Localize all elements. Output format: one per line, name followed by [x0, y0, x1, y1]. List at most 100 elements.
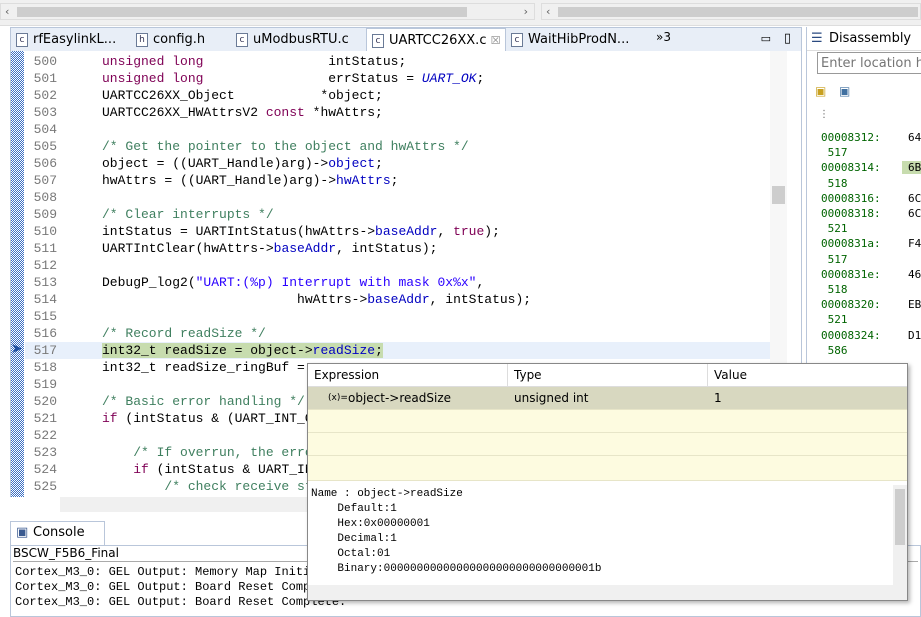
opcode: 6C	[908, 207, 921, 220]
tab-label: rfEasylinkL...	[33, 32, 117, 47]
tab-config-h[interactable]: h config.h	[131, 28, 231, 52]
disassembly-row[interactable]: 00008318: 6C	[821, 207, 921, 220]
disassembly-row[interactable]: 521	[821, 222, 848, 235]
column-expression[interactable]: Expression	[308, 364, 508, 387]
code-line[interactable]: 501 unsigned long errStatus = UART_OK;	[25, 70, 781, 87]
disassembly-row[interactable]: 00008314: 6B	[821, 161, 921, 175]
opcode: 6C	[908, 191, 921, 205]
line-number: 511	[33, 241, 57, 256]
code-line[interactable]: 504	[25, 121, 781, 138]
details-scrollbar[interactable]	[893, 485, 907, 585]
top-left-scrollbar[interactable]: ‹ ›	[0, 3, 535, 20]
code-token: (intStatus & UART_IN	[148, 462, 313, 477]
disassembly-row[interactable]: 00008324: D1	[821, 329, 921, 342]
code-line[interactable]: 503 UARTCC26XX_HWAttrsV2 const *hwAttrs;	[25, 104, 781, 121]
disassembly-row[interactable]: 517	[821, 146, 848, 159]
code-line[interactable]: 517 int32_t readSize = object->readSize;	[25, 342, 781, 359]
console-tab[interactable]: ▣ Console ☒	[10, 521, 105, 562]
tab-umodbusrtu-c[interactable]: c uModbusRTU.c	[231, 28, 366, 52]
address: 521	[821, 313, 848, 327]
console-line: Cortex_M3_0: GEL Output: Board Reset Com…	[15, 595, 347, 609]
disassembly-row[interactable]: 518	[821, 283, 848, 296]
code-token: true	[453, 224, 485, 239]
code-text: object = ((UART_Handle)arg)->object;	[102, 156, 383, 171]
top-right-scrollbar[interactable]: ‹	[541, 3, 921, 20]
code-token: unsigned long	[102, 54, 204, 69]
expression-row[interactable]: (x)= object->readSize unsigned int 1	[308, 387, 907, 410]
code-line[interactable]: 516 /* Record readSize */	[25, 325, 781, 342]
tab-waithibprodn[interactable]: c WaitHibProdN...	[506, 28, 646, 52]
code-line[interactable]: 505 /* Get the pointer to the object and …	[25, 138, 781, 155]
opcode: F4	[908, 237, 921, 251]
line-number: 517	[33, 343, 57, 358]
disassembly-row[interactable]: 00008320: EB	[821, 298, 921, 311]
maximize-icon[interactable]: ▯	[784, 31, 791, 46]
tab-rfeasylinkl[interactable]: c rfEasylinkL...	[11, 28, 131, 52]
code-text: intStatus = UARTIntStatus(hwAttrs->baseA…	[102, 224, 500, 239]
disassembly-row[interactable]: 00008312: 64	[821, 131, 921, 144]
code-line[interactable]: 507 hwAttrs = ((UART_Handle)arg)->hwAttrs…	[25, 172, 781, 189]
tab-uartcc26xx-c[interactable]: c UARTCC26XX.c ☒	[366, 28, 506, 52]
code-line[interactable]: 515	[25, 308, 781, 325]
address: 00008318:	[821, 207, 881, 220]
tab-label: config.h	[153, 32, 206, 47]
code-token: ;	[375, 343, 383, 358]
top-panels: ‹ › ‹	[0, 0, 921, 26]
line-number: 513	[33, 275, 57, 290]
link-icon[interactable]: ⋮	[819, 109, 829, 120]
details-hscrollbar[interactable]	[308, 585, 907, 600]
code-text: hwAttrs->baseAddr, intStatus);	[102, 292, 531, 307]
close-icon[interactable]: ☒	[491, 34, 501, 47]
code-text: hwAttrs = ((UART_Handle)arg)->hwAttrs;	[102, 173, 398, 188]
code-line[interactable]: 508	[25, 189, 781, 206]
code-token: (intStatus & (UART_INT_O	[117, 411, 313, 426]
line-number: 516	[33, 326, 57, 341]
code-token: unsigned long	[102, 71, 204, 86]
code-text: if (intStatus & UART_IN	[102, 462, 313, 477]
code-text: /* Clear interrupts */	[102, 207, 274, 222]
line-number: 504	[33, 122, 57, 137]
expression-value: 1	[714, 391, 722, 405]
column-type[interactable]: Type	[508, 364, 708, 387]
code-token: baseAddr	[375, 224, 438, 239]
code-line[interactable]: 502 UARTCC26XX_Object *object;	[25, 87, 781, 104]
c-file-icon: c	[236, 33, 248, 47]
address: 00008314:	[821, 161, 881, 175]
code-token: /* Clear interrupts */	[102, 207, 274, 222]
code-line[interactable]: 510 intStatus = UARTIntStatus(hwAttrs->ba…	[25, 223, 781, 240]
pin-icon[interactable]: ▣	[839, 84, 850, 98]
code-line[interactable]: 500 unsigned long intStatus;	[25, 53, 781, 70]
location-input[interactable]	[817, 52, 921, 74]
disassembly-row[interactable]: 586	[821, 344, 848, 357]
code-line[interactable]: 514 hwAttrs->baseAddr, intStatus);	[25, 291, 781, 308]
line-number: 510	[33, 224, 57, 239]
code-text: /* Basic error handling */	[102, 394, 305, 409]
disassembly-row[interactable]: 518	[821, 177, 848, 190]
disassembly-tab[interactable]: ☰ Disassembly	[807, 27, 921, 51]
minimize-icon[interactable]: ▭	[761, 32, 771, 45]
code-line[interactable]: 509 /* Clear interrupts */	[25, 206, 781, 223]
disassembly-row[interactable]: 0000831e: 46	[821, 268, 921, 281]
address: 518	[821, 283, 848, 296]
code-line[interactable]: 511 UARTIntClear(hwAttrs->baseAddr, intSt…	[25, 240, 781, 257]
code-text: int32_t readSize = object->readSize;	[102, 343, 383, 358]
disassembly-row[interactable]: 0000831a: F4	[821, 237, 921, 250]
code-text: DebugP_log2("UART:(%p) Interrupt with ma…	[102, 275, 484, 290]
code-token: ;	[390, 173, 399, 188]
code-token: const	[265, 105, 305, 120]
editor-tabs: ▭ ▯ c rfEasylinkL... h config.h c uModbusRTU.…	[10, 27, 802, 52]
disassembly-row[interactable]: 517	[821, 253, 848, 266]
disassembly-row[interactable]: 521	[821, 313, 848, 326]
c-file-icon: c	[16, 33, 28, 47]
code-token: intStatus = UARTIntStatus(hwAttrs->	[102, 224, 376, 239]
opcode: EB	[908, 298, 921, 312]
code-line[interactable]: 512	[25, 257, 781, 274]
code-line[interactable]: 506 object = ((UART_Handle)arg)->object;	[25, 155, 781, 172]
tabs-overflow-button[interactable]: »3	[656, 30, 671, 44]
column-value[interactable]: Value	[708, 364, 907, 387]
disassembly-row[interactable]: 00008316: 6C	[821, 192, 921, 205]
code-token: readSize	[312, 343, 376, 358]
new-window-icon[interactable]: ▣	[815, 84, 826, 98]
code-line[interactable]: 513 DebugP_log2("UART:(%p) Interrupt with…	[25, 274, 781, 291]
code-token: int32_t readSize = object->	[102, 343, 313, 358]
